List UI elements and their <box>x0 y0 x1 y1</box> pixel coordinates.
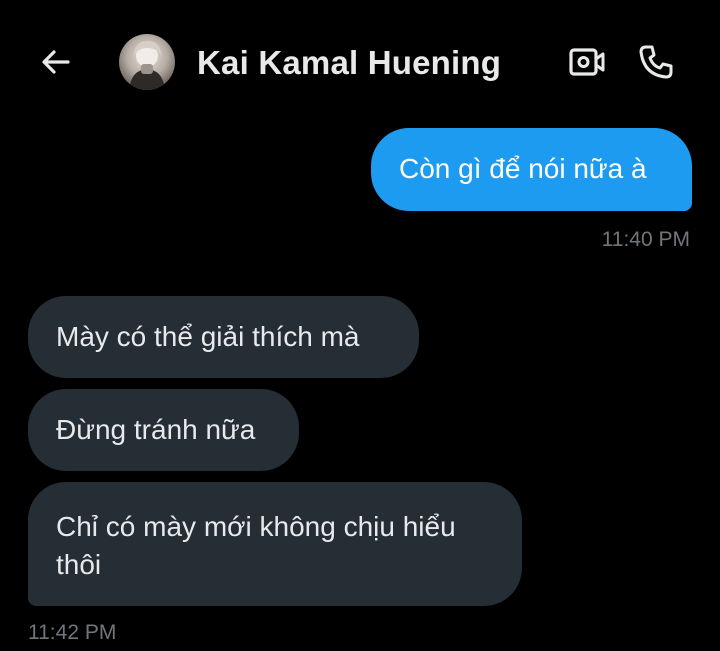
phone-icon <box>639 45 673 79</box>
back-button[interactable] <box>36 42 76 82</box>
avatar-photo <box>129 40 165 90</box>
video-camera-icon <box>569 48 605 76</box>
voice-call-button[interactable] <box>634 40 678 84</box>
chat-header: Kai Kamal Huening <box>0 0 720 120</box>
incoming-message[interactable]: Chỉ có mày mới không chịu hiểu thôi <box>28 482 522 606</box>
contact-name[interactable]: Kai Kamal Huening <box>197 44 501 82</box>
message-timestamp: 11:42 PM <box>28 621 117 644</box>
avatar[interactable] <box>119 34 175 90</box>
outgoing-message[interactable]: Còn gì để nói nữa à <box>371 128 692 211</box>
video-call-button[interactable] <box>566 42 608 82</box>
arrow-left-icon <box>42 50 70 74</box>
incoming-message[interactable]: Mày có thể giải thích mà <box>28 296 419 378</box>
incoming-message[interactable]: Đừng tránh nữa <box>28 389 299 471</box>
message-timestamp: 11:40 PM <box>601 228 690 251</box>
